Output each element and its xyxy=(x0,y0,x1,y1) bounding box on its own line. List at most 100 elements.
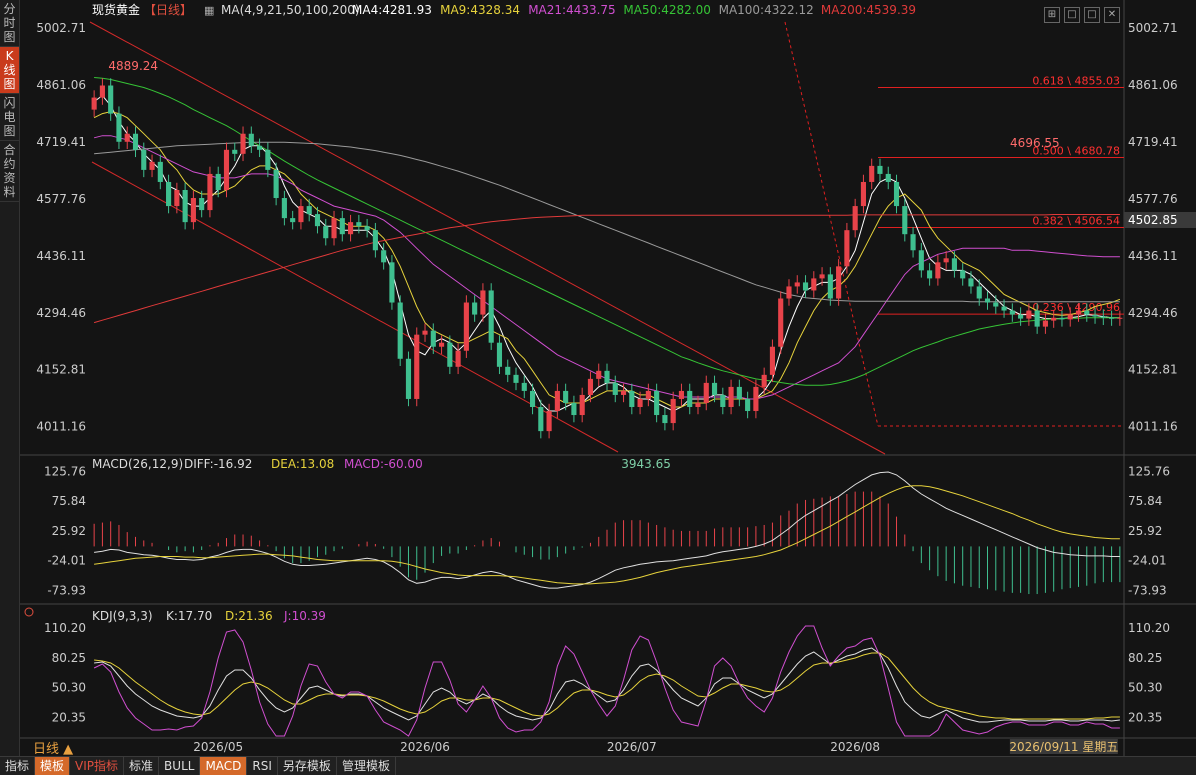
bottom-tab-3[interactable]: 标准 xyxy=(124,757,160,775)
candle-body xyxy=(736,386,742,399)
ma-label: MA(4,9,21,50,100,200) xyxy=(221,3,360,17)
candle-body xyxy=(257,145,263,150)
ma-value-0: MA4:4281.93 xyxy=(352,3,432,17)
macd-y-tick-right: 25.92 xyxy=(1128,524,1162,538)
candle-body xyxy=(802,282,809,291)
bottom-tab-4[interactable]: BULL xyxy=(159,757,201,775)
y-tick-label-right: 4719.41 xyxy=(1128,135,1178,149)
kdj-y-tick-left: 80.25 xyxy=(52,651,86,665)
candle-body xyxy=(976,286,982,299)
fib-level-label: 0.382 \ 4506.54 xyxy=(1032,215,1120,228)
square-icon[interactable]: □ xyxy=(1084,7,1100,23)
candle-body xyxy=(637,398,643,408)
ma-line-ma200 xyxy=(93,214,1120,324)
candle-body xyxy=(538,407,544,432)
candle-body xyxy=(563,390,569,403)
ma-value-1: MA9:4328.34 xyxy=(440,3,520,17)
ma-value-4: MA100:4322.12 xyxy=(719,3,814,17)
y-tick-label-right: 4436.11 xyxy=(1128,249,1178,263)
candle-body xyxy=(645,390,651,399)
y-tick-label-left: 4436.11 xyxy=(36,249,86,263)
bottom-tab-0[interactable]: 指标 xyxy=(0,757,36,775)
candle-body xyxy=(695,402,701,408)
ma-value-5: MA200:4539.39 xyxy=(821,3,916,17)
candle-body xyxy=(108,85,114,114)
candle-body xyxy=(711,382,718,395)
candle-body xyxy=(323,226,329,239)
square-icon[interactable]: □ xyxy=(1064,7,1080,23)
candle-body xyxy=(372,230,378,251)
candle-body xyxy=(629,390,635,408)
chart-title: 现货黄金 xyxy=(92,2,140,17)
kdj-settings-icon[interactable] xyxy=(24,607,34,617)
chart-canvas[interactable]: 现货黄金 【日线】 ▦ MA(4,9,21,50,100,200)MA4:4281.9… xyxy=(0,0,1196,756)
kdj-label: KDJ(9,3,3) xyxy=(92,609,153,623)
candle-body xyxy=(869,165,875,182)
candle-body xyxy=(769,346,776,375)
candle-body xyxy=(1100,316,1106,318)
candle-body xyxy=(438,342,445,347)
bottom-toolbar: 指标 模板 VIP指标 标准 BULL MACD RSI 另存模板 管理模板 xyxy=(0,756,1196,775)
candle-body xyxy=(356,222,362,227)
candle-body xyxy=(811,278,817,291)
candle-body xyxy=(422,330,428,335)
candle-body xyxy=(91,97,97,110)
y-tick-label-left: 4011.16 xyxy=(36,420,86,434)
bottom-tab-6[interactable]: RSI xyxy=(247,757,278,775)
macd-y-tick-left: 25.92 xyxy=(52,524,86,538)
candle-body xyxy=(1084,310,1090,315)
kdj-y-tick-left: 50.30 xyxy=(52,681,86,695)
candle-body xyxy=(306,206,312,215)
candle-body xyxy=(265,149,271,170)
y-tick-label-left: 4577.76 xyxy=(36,192,86,206)
window-icon[interactable]: ⊞ xyxy=(1044,7,1060,23)
candle-body xyxy=(364,226,370,231)
candle-body xyxy=(935,262,941,279)
candle-body xyxy=(488,290,494,343)
x-tick-label: 2026/05 xyxy=(193,740,243,754)
price-annotation-0: 4889.24 xyxy=(108,59,158,73)
x-tick-label: 2026/06 xyxy=(400,740,450,754)
candle-body xyxy=(381,250,387,263)
candle-body xyxy=(1117,317,1123,319)
bottom-tab-2[interactable]: VIP指标 xyxy=(70,757,125,775)
bottom-tab-7[interactable]: 另存模板 xyxy=(278,757,337,775)
candle-body xyxy=(298,206,304,223)
bottom-tab-5[interactable]: MACD xyxy=(200,757,248,775)
y-tick-label-right: 4861.06 xyxy=(1128,78,1178,92)
candle-body xyxy=(223,149,230,190)
candle-body xyxy=(513,374,519,383)
ma-value-2: MA21:4433.75 xyxy=(528,3,616,17)
candle-body xyxy=(480,290,486,315)
candle-body xyxy=(745,398,751,412)
candle-body xyxy=(687,390,693,408)
candle-body xyxy=(596,370,602,379)
candle-body xyxy=(1059,317,1065,320)
candle-body xyxy=(852,206,858,231)
candle-body xyxy=(1075,310,1082,315)
candle-body xyxy=(348,222,354,235)
candle-body xyxy=(860,181,866,207)
candle-body xyxy=(314,214,321,227)
candle-body xyxy=(918,250,924,271)
candle-body xyxy=(199,198,205,211)
bottom-tab-8[interactable]: 管理模板 xyxy=(337,757,396,775)
candle-body xyxy=(587,378,594,395)
candle-body xyxy=(720,394,726,408)
bottom-tab-1[interactable]: 模板 xyxy=(35,757,71,775)
candle-body xyxy=(281,198,287,219)
candle-body xyxy=(430,330,436,347)
candle-body xyxy=(1001,306,1007,311)
candle-body xyxy=(960,270,966,279)
macd-y-tick-right: -73.93 xyxy=(1128,583,1167,597)
close-icon[interactable]: ✕ xyxy=(1104,7,1120,23)
ma-line-ma9 xyxy=(93,111,1121,408)
candle-body xyxy=(182,189,188,223)
candle-body xyxy=(529,390,536,408)
candle-body xyxy=(654,390,660,416)
macd-y-tick-left: -24.01 xyxy=(47,554,86,568)
candle-body xyxy=(190,198,196,223)
candle-body xyxy=(232,149,238,154)
candle-body xyxy=(1026,310,1032,319)
macd-value-1: DEA:13.08 xyxy=(271,457,334,471)
